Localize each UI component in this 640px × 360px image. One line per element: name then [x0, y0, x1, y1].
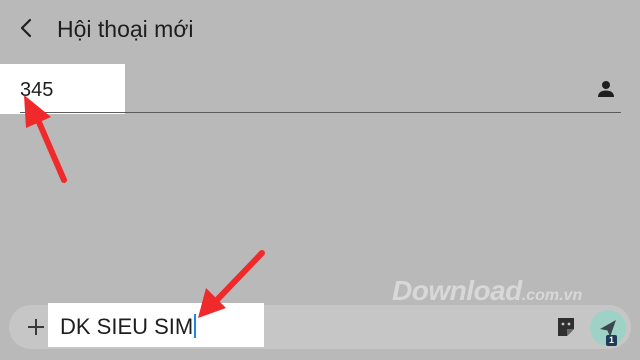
person-icon[interactable] — [597, 80, 615, 98]
recipient-highlight — [0, 64, 125, 114]
message-text: DK SIEU SIM — [60, 314, 194, 339]
watermark-sub: .com.vn — [521, 287, 583, 304]
plus-icon[interactable] — [26, 317, 46, 337]
text-caret — [194, 314, 197, 338]
sticker-icon[interactable] — [556, 316, 576, 338]
arrow-left-icon[interactable] — [18, 17, 36, 39]
page-title: Hội thoại mới — [57, 16, 194, 42]
send-badge: 1 — [606, 335, 617, 346]
recipient-input[interactable]: 345 — [20, 78, 53, 102]
app-header: Hội thoại mới — [0, 0, 640, 58]
watermark: Download.com.vn — [392, 276, 582, 306]
recipient-underline — [20, 112, 621, 113]
message-input[interactable]: DK SIEU SIM — [60, 314, 197, 340]
watermark-main: Download — [392, 275, 522, 306]
